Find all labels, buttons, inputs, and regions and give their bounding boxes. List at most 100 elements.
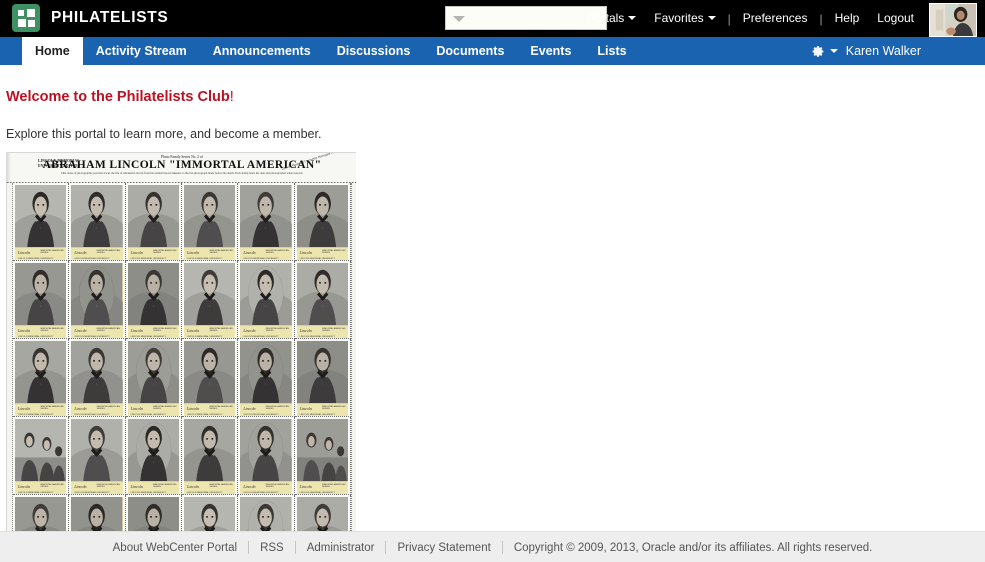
stamp-cell[interactable]: Lincoln IMMORTAL AMERICAN SERIES LINCOLN…	[69, 417, 126, 495]
stamp-caption: Lincoln IMMORTAL AMERICAN SERIES LINCOLN…	[15, 325, 67, 338]
stamp-cell[interactable]: Lincoln IMMORTAL AMERICAN SERIES LINCOLN…	[238, 183, 295, 261]
stamp-caption-meta: IMMORTAL AMERICAN SERIES	[265, 249, 289, 255]
stamp: Lincoln IMMORTAL AMERICAN SERIES LINCOLN…	[127, 341, 179, 416]
stamp-portrait	[71, 185, 123, 247]
stamp-caption: Lincoln IMMORTAL AMERICAN SERIES LINCOLN…	[71, 481, 123, 494]
stamp-caption-meta2: LINCOLN MEMORIAL UNIVERSITY	[130, 491, 167, 494]
stamp-cell[interactable]: Lincoln IMMORTAL AMERICAN SERIES LINCOLN…	[69, 261, 126, 339]
stamp-cell[interactable]: Lincoln IMMORTAL AMERICAN SERIES LINCOLN…	[13, 183, 70, 261]
tab-home[interactable]: Home	[22, 37, 83, 65]
stamp-cell[interactable]: Lincoln IMMORTAL AMERICAN SERIES LINCOLN…	[69, 183, 126, 261]
top-nav-help[interactable]: Help	[826, 0, 869, 37]
stamp: Lincoln IMMORTAL AMERICAN SERIES LINCOLN…	[15, 419, 67, 494]
stamp-portrait	[240, 497, 292, 532]
stamp-portrait	[240, 341, 292, 403]
stamp-cell[interactable]: Lincoln IMMORTAL AMERICAN SERIES LINCOLN…	[69, 339, 126, 417]
footer-link-rss[interactable]: RSS	[249, 542, 295, 554]
stamp-portrait	[296, 341, 348, 403]
stamp: Lincoln IMMORTAL AMERICAN SERIES LINCOLN…	[296, 341, 348, 416]
top-nav-favorites[interactable]: Favorites	[645, 0, 724, 37]
stamp-cell[interactable]: Lincoln IMMORTAL AMERICAN SERIES LINCOLN…	[181, 495, 239, 532]
stamp: Lincoln IMMORTAL AMERICAN SERIES LINCOLN…	[127, 263, 179, 338]
user-name-label[interactable]: Karen Walker	[846, 44, 921, 58]
stamp-signature: Lincoln	[186, 327, 200, 333]
stamp-cell[interactable]: Lincoln IMMORTAL AMERICAN SERIES LINCOLN…	[294, 261, 351, 339]
brand[interactable]: PHILATELISTS	[12, 4, 168, 32]
grid-squares-logo-icon	[12, 4, 40, 32]
stamp-signature: Lincoln	[130, 483, 143, 489]
stamp-caption: Lincoln IMMORTAL AMERICAN SERIES LINCOLN…	[127, 403, 179, 416]
stamp-caption: Lincoln IMMORTAL AMERICAN SERIES LINCOLN…	[15, 403, 67, 416]
stamp: Lincoln IMMORTAL AMERICAN SERIES LINCOLN…	[183, 341, 236, 416]
caret-down-icon[interactable]	[453, 16, 465, 22]
stamp-caption-meta: IMMORTAL AMERICAN SERIES	[265, 327, 289, 333]
avatar[interactable]	[929, 3, 977, 37]
top-nav-logout[interactable]: Logout	[868, 0, 923, 37]
stamp: Lincoln IMMORTAL AMERICAN SERIES LINCOLN…	[15, 263, 67, 338]
stamp-cell[interactable]: Lincoln IMMORTAL AMERICAN SERIES LINCOLN…	[13, 495, 70, 532]
footer-link-about[interactable]: About WebCenter Portal	[102, 542, 248, 554]
stamp: Lincoln IMMORTAL AMERICAN SERIES LINCOLN…	[127, 185, 179, 260]
stamp-caption-meta2: LINCOLN MEMORIAL UNIVERSITY	[186, 491, 223, 494]
stamp-caption: Lincoln IMMORTAL AMERICAN SERIES LINCOLN…	[15, 481, 67, 494]
footer-link-privacy[interactable]: Privacy Statement	[386, 542, 501, 554]
stamp-cell[interactable]: Lincoln IMMORTAL AMERICAN SERIES LINCOLN…	[181, 339, 239, 417]
stamp-cell[interactable]: Lincoln IMMORTAL AMERICAN SERIES LINCOLN…	[13, 339, 70, 417]
stamp-cell[interactable]: Lincoln IMMORTAL AMERICAN SERIES LINCOLN…	[238, 339, 295, 417]
top-nav-portals[interactable]: Portals	[578, 0, 645, 37]
stamp-signature: Lincoln	[130, 405, 143, 411]
stamp-signature: Lincoln	[186, 405, 200, 411]
stamp-caption-meta: IMMORTAL AMERICAN SERIES	[96, 405, 120, 411]
stamp-caption-meta: IMMORTAL AMERICAN SERIES	[265, 405, 289, 411]
gear-icon[interactable]	[812, 45, 825, 58]
stamp-caption: Lincoln IMMORTAL AMERICAN SERIES LINCOLN…	[183, 247, 236, 260]
footer-link-administrator[interactable]: Administrator	[296, 542, 386, 554]
tab-discussions[interactable]: Discussions	[324, 37, 424, 65]
stamp-cell[interactable]: Lincoln IMMORTAL AMERICAN SERIES LINCOLN…	[181, 261, 239, 339]
tab-announcements[interactable]: Announcements	[200, 37, 324, 65]
nav-divider: |	[727, 11, 731, 26]
tab-activity-stream[interactable]: Activity Stream	[83, 37, 200, 65]
page-subtitle: Explore this portal to learn more, and b…	[6, 127, 322, 141]
stamp-cell[interactable]: Lincoln IMMORTAL AMERICAN SERIES LINCOLN…	[294, 339, 351, 417]
stamp-signature: Lincoln	[243, 483, 256, 489]
stamp-cell[interactable]: Lincoln IMMORTAL AMERICAN SERIES LINCOLN…	[238, 417, 295, 495]
tab-lists[interactable]: Lists	[584, 37, 639, 65]
stamp-cell[interactable]: Lincoln IMMORTAL AMERICAN SERIES LINCOLN…	[238, 495, 295, 532]
tab-documents[interactable]: Documents	[423, 37, 517, 65]
brand-name: PHILATELISTS	[51, 9, 169, 26]
stamp-cell[interactable]: Lincoln IMMORTAL AMERICAN SERIES LINCOLN…	[125, 261, 182, 339]
stamp-cell[interactable]: Lincoln IMMORTAL AMERICAN SERIES LINCOLN…	[181, 417, 239, 495]
chevron-down-icon[interactable]	[829, 49, 838, 53]
stamp-cell[interactable]: Lincoln IMMORTAL AMERICAN SERIES LINCOLN…	[13, 261, 70, 339]
stamp-cell[interactable]: Lincoln IMMORTAL AMERICAN SERIES LINCOLN…	[238, 261, 295, 339]
stamp-caption: Lincoln IMMORTAL AMERICAN SERIES LINCOLN…	[183, 403, 236, 416]
sheet-subtext: This series of photographic portraits tr…	[60, 171, 304, 175]
stamp-cell[interactable]: Lincoln IMMORTAL AMERICAN SERIES LINCOLN…	[125, 495, 182, 532]
stamp-cell[interactable]: Lincoln IMMORTAL AMERICAN SERIES LINCOLN…	[294, 495, 351, 532]
stamp-cell[interactable]: Lincoln IMMORTAL AMERICAN SERIES LINCOLN…	[125, 417, 182, 495]
stamp-cell[interactable]: Lincoln IMMORTAL AMERICAN SERIES LINCOLN…	[125, 339, 182, 417]
stamp-sheet-image[interactable]: LINCOLN MEMORIAL UNIVERSITY EDITION Phot…	[6, 152, 356, 532]
user-menu[interactable]: Karen Walker	[812, 37, 921, 65]
stamp-portrait	[296, 497, 348, 532]
stamp-caption-meta: IMMORTAL AMERICAN SERIES	[209, 327, 233, 333]
stamp-cell[interactable]: Lincoln IMMORTAL AMERICAN SERIES LINCOLN…	[294, 417, 351, 495]
top-nav-preferences[interactable]: Preferences	[734, 0, 817, 37]
stamp-cell[interactable]: Lincoln IMMORTAL AMERICAN SERIES LINCOLN…	[181, 183, 239, 261]
stamp-signature: Lincoln	[74, 327, 87, 333]
tab-events[interactable]: Events	[517, 37, 584, 65]
stamp-caption: Lincoln IMMORTAL AMERICAN SERIES LINCOLN…	[240, 481, 292, 494]
top-nav: Portals Favorites | Preferences | Help L…	[578, 0, 923, 37]
stamp-cell[interactable]: Lincoln IMMORTAL AMERICAN SERIES LINCOLN…	[69, 495, 126, 532]
stamp: Lincoln IMMORTAL AMERICAN SERIES LINCOLN…	[183, 263, 236, 338]
stamp-cell[interactable]: Lincoln IMMORTAL AMERICAN SERIES LINCOLN…	[125, 183, 182, 261]
stamp-signature: Lincoln	[130, 327, 143, 333]
stamp-cell[interactable]: Lincoln IMMORTAL AMERICAN SERIES LINCOLN…	[13, 417, 70, 495]
stamp-cell[interactable]: Lincoln IMMORTAL AMERICAN SERIES LINCOLN…	[294, 183, 351, 261]
stamp-caption: Lincoln IMMORTAL AMERICAN SERIES LINCOLN…	[240, 247, 292, 260]
chevron-down-icon	[628, 16, 637, 20]
stamp-signature: Lincoln	[130, 249, 143, 255]
stamp-caption: Lincoln IMMORTAL AMERICAN SERIES LINCOLN…	[296, 481, 348, 494]
chevron-down-icon	[707, 16, 716, 20]
